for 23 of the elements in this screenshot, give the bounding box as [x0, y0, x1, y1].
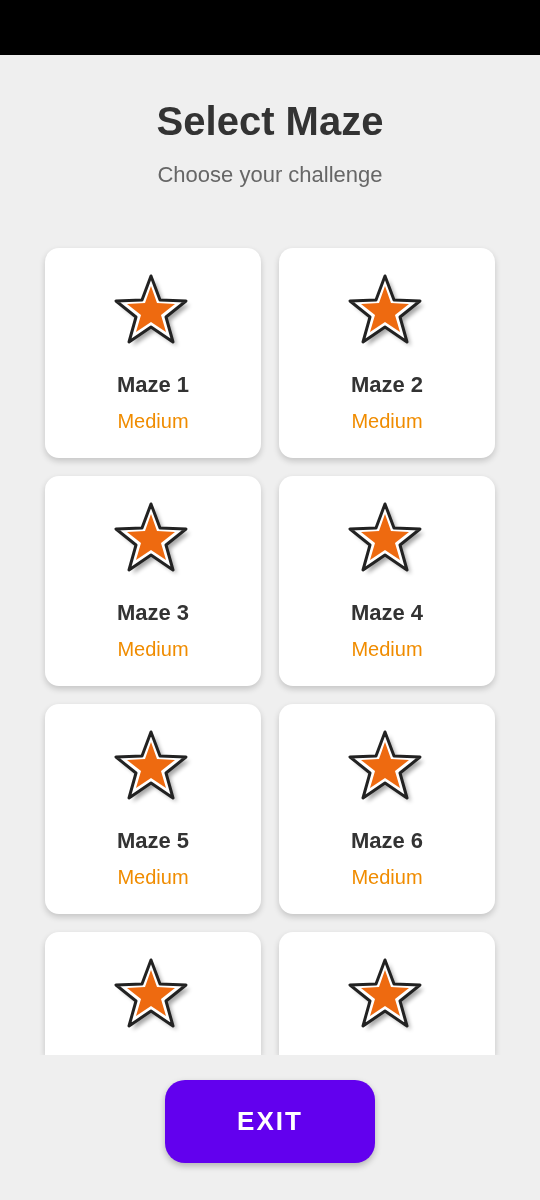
maze-name: Maze 4	[350, 600, 424, 626]
maze-name: Maze 2	[350, 372, 424, 398]
maze-name: Maze 1	[116, 372, 190, 398]
maze-difficulty: Medium	[351, 866, 423, 889]
maze-difficulty: Medium	[351, 638, 423, 661]
maze-difficulty: Medium	[117, 866, 189, 889]
maze-card[interactable]	[45, 932, 261, 1055]
maze-difficulty: Medium	[117, 410, 189, 433]
page-title: Select Maze	[156, 98, 384, 144]
maze-card[interactable]: Maze 5 Medium	[45, 704, 261, 914]
page-subtitle: Choose your challenge	[157, 162, 383, 188]
maze-name: Maze 6	[350, 828, 424, 854]
maze-card[interactable]: Maze 3 Medium	[45, 476, 261, 686]
maze-name: Maze 5	[116, 828, 190, 854]
maze-difficulty: Medium	[117, 638, 189, 661]
maze-card[interactable]: Maze 6 Medium	[279, 704, 495, 914]
maze-card[interactable]	[279, 932, 495, 1055]
maze-card[interactable]: Maze 2 Medium	[279, 248, 495, 458]
maze-difficulty: Medium	[351, 410, 423, 433]
maze-name: Maze 3	[116, 600, 190, 626]
exit-button[interactable]: EXIT	[165, 1080, 375, 1163]
maze-card[interactable]: Maze 1 Medium	[45, 248, 261, 458]
maze-card[interactable]: Maze 4 Medium	[279, 476, 495, 686]
